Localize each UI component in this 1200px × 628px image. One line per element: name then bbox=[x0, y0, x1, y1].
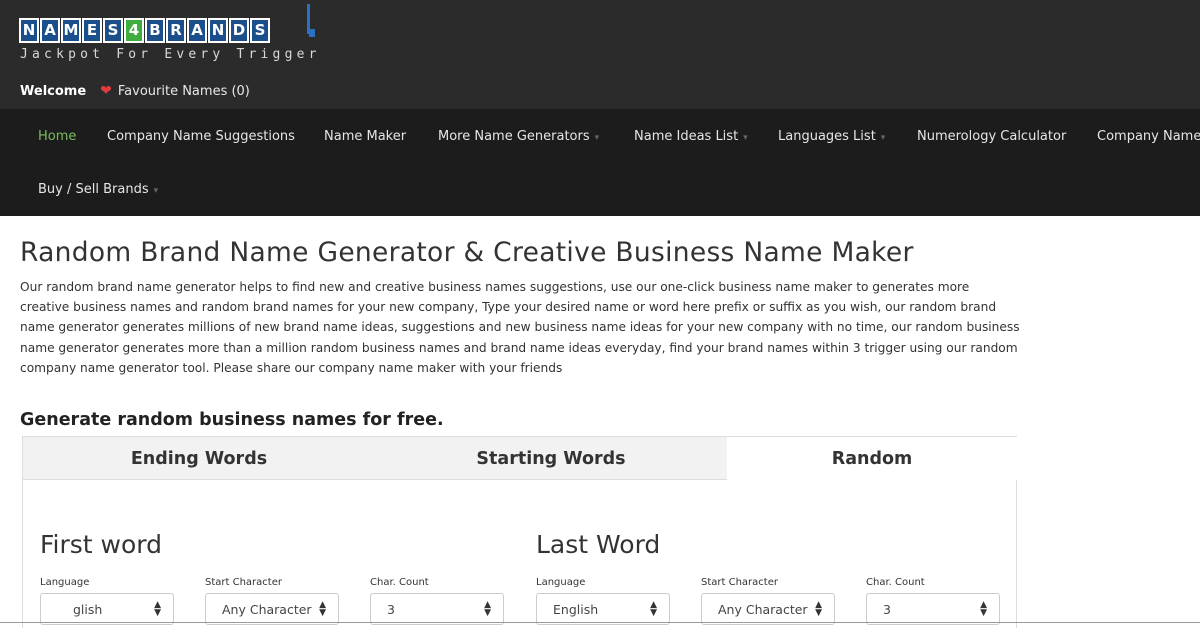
logo-letter: S bbox=[103, 18, 123, 43]
first-start-character-select[interactable]: Any Character ▲ ▼ bbox=[205, 593, 339, 625]
generator-panel: Ending Words Starting Words Random First… bbox=[22, 436, 1017, 628]
first-char-count-select[interactable]: 3 ▲ ▼ bbox=[370, 593, 504, 625]
up-down-arrows-icon: ▲ ▼ bbox=[154, 600, 161, 618]
section-subheading: Generate random business names for free. bbox=[20, 410, 444, 430]
up-down-arrows-icon: ▲ ▼ bbox=[980, 600, 987, 618]
logo-letter: R bbox=[166, 18, 186, 43]
last-char-count-label: Char. Count bbox=[866, 577, 925, 588]
last-language-label: Language bbox=[536, 577, 586, 588]
nav-more-name-generators-label: More Name Generators bbox=[438, 129, 590, 144]
nav-buy-sell-brands[interactable]: Buy / Sell Brands ▾ bbox=[38, 182, 158, 197]
site-header: N A M E S 4 B R A N D S Jackpot For Ever… bbox=[0, 0, 1200, 109]
logo-letter: A bbox=[40, 18, 60, 43]
last-start-character-value: Any Character bbox=[718, 602, 808, 617]
first-start-character-value: Any Character bbox=[222, 602, 312, 617]
last-start-character-select[interactable]: Any Character ▲ ▼ bbox=[701, 593, 835, 625]
nav-languages-list[interactable]: Languages List ▾ bbox=[778, 129, 885, 144]
nav-buy-sell-brands-label: Buy / Sell Brands bbox=[38, 182, 149, 197]
up-down-arrows-icon: ▲ ▼ bbox=[650, 600, 657, 618]
caret-icon: ▾ bbox=[153, 186, 159, 196]
logo-letter: B bbox=[145, 18, 165, 43]
logo-letter: S bbox=[250, 18, 270, 43]
tab-starting-words[interactable]: Starting Words bbox=[375, 437, 727, 480]
tab-ending-words[interactable]: Ending Words bbox=[23, 437, 375, 480]
first-language-label: Language bbox=[40, 577, 90, 588]
nav-name-maker[interactable]: Name Maker bbox=[324, 129, 406, 144]
user-bar: Welcome ❤ Favourite Names (0) bbox=[20, 83, 250, 99]
first-start-character-label: Start Character bbox=[205, 577, 282, 588]
first-language-value: glish bbox=[73, 602, 103, 617]
up-down-arrows-icon: ▲ ▼ bbox=[319, 600, 326, 618]
up-down-arrows-icon: ▲ ▼ bbox=[484, 600, 491, 618]
first-char-count-label: Char. Count bbox=[370, 577, 429, 588]
first-language-select[interactable]: glish ▲ ▼ bbox=[40, 593, 174, 625]
logo-letter: D bbox=[229, 18, 249, 43]
tab-random[interactable]: Random bbox=[727, 437, 1017, 480]
up-down-arrows-icon: ▲ ▼ bbox=[815, 600, 822, 618]
welcome-text: Welcome bbox=[20, 83, 87, 99]
page-title: Random Brand Name Generator & Creative B… bbox=[20, 237, 914, 268]
screenshot-edge bbox=[0, 622, 1200, 623]
last-char-count-select[interactable]: 3 ▲ ▼ bbox=[866, 593, 1000, 625]
logo-letter: E bbox=[82, 18, 102, 43]
last-char-count-value: 3 bbox=[883, 602, 891, 617]
last-language-select[interactable]: English ▲ ▼ bbox=[536, 593, 670, 625]
nav-numerology-calculator[interactable]: Numerology Calculator bbox=[917, 129, 1066, 144]
page-description: Our random brand name generator helps to… bbox=[20, 280, 1020, 375]
nav-languages-list-label: Languages List bbox=[778, 129, 876, 144]
first-word-title: First word bbox=[40, 530, 163, 559]
last-word-title: Last Word bbox=[536, 530, 661, 559]
nav-company-name[interactable]: Company Name bbox=[1097, 129, 1200, 144]
nav-home[interactable]: Home bbox=[38, 129, 76, 144]
caret-icon: ▾ bbox=[880, 133, 886, 143]
caret-icon: ▾ bbox=[743, 133, 748, 143]
logo-accent bbox=[307, 4, 315, 37]
nav-name-ideas-list[interactable]: Name Ideas List ▾ bbox=[634, 129, 748, 144]
nav-company-name-suggestions[interactable]: Company Name Suggestions bbox=[107, 129, 295, 144]
heart-icon: ❤ bbox=[100, 83, 112, 99]
last-language-value: English bbox=[553, 602, 599, 617]
nav-more-name-generators[interactable]: More Name Generators ▾ bbox=[438, 129, 599, 144]
main-navigation: Home Company Name Suggestions Name Maker… bbox=[0, 109, 1200, 216]
logo-letter: A bbox=[187, 18, 207, 43]
logo-letter: 4 bbox=[124, 18, 144, 43]
logo-letter: N bbox=[19, 18, 39, 43]
first-char-count-value: 3 bbox=[387, 602, 395, 617]
site-logo[interactable]: N A M E S 4 B R A N D S bbox=[19, 18, 270, 43]
logo-letter: M bbox=[61, 18, 81, 43]
last-start-character-label: Start Character bbox=[701, 577, 778, 588]
nav-name-ideas-list-label: Name Ideas List bbox=[634, 129, 739, 144]
caret-icon: ▾ bbox=[594, 133, 600, 143]
logo-letter: N bbox=[208, 18, 228, 43]
favourite-names-link[interactable]: Favourite Names (0) bbox=[118, 84, 250, 99]
site-tagline: Jackpot For Every Trigger bbox=[20, 47, 321, 62]
